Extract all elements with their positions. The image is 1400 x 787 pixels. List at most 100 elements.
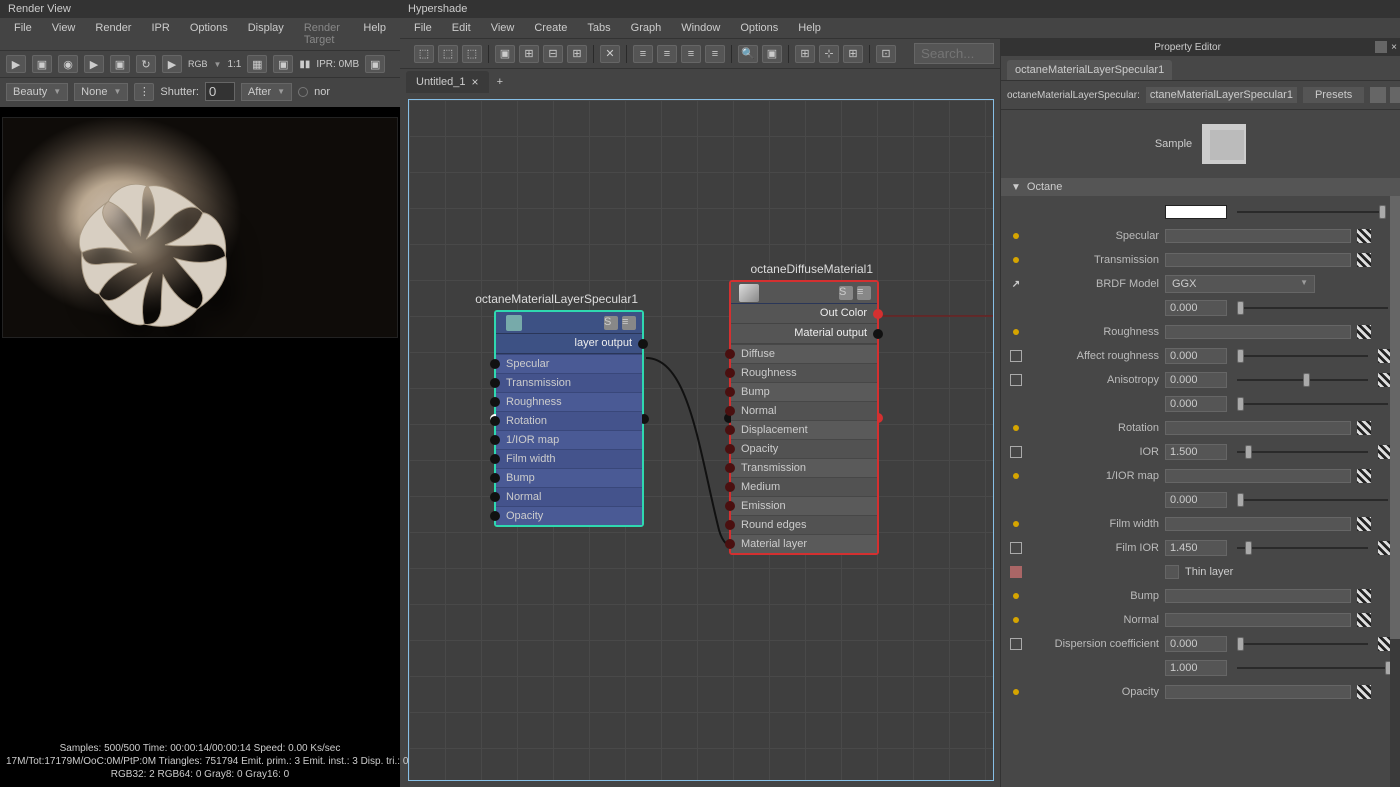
input-graph-icon[interactable]: ⬚ bbox=[414, 45, 434, 63]
rotation-texture-slot[interactable] bbox=[1165, 421, 1351, 435]
radio-icon[interactable] bbox=[298, 87, 308, 97]
node-input-row[interactable]: Rotation bbox=[496, 411, 642, 430]
plug-input-icon[interactable] bbox=[490, 359, 500, 369]
plug-input-icon[interactable] bbox=[490, 416, 500, 426]
node-input-row[interactable]: Roughness bbox=[496, 392, 642, 411]
node-input-row[interactable]: Opacity bbox=[731, 439, 877, 458]
collapse-triangle-icon[interactable]: ▼ bbox=[1011, 182, 1021, 193]
plug-layer-output-icon[interactable] bbox=[638, 339, 648, 349]
hs-menu-options[interactable]: Options bbox=[730, 20, 788, 36]
refresh-icon[interactable]: ↻ bbox=[136, 55, 156, 73]
film-width-slider[interactable] bbox=[1233, 493, 1392, 507]
node-input-row[interactable]: Specular bbox=[496, 354, 642, 373]
hs-menu-create[interactable]: Create bbox=[524, 20, 577, 36]
align-justify-icon[interactable]: ≡ bbox=[705, 45, 725, 63]
stop-icon[interactable]: ▣ bbox=[110, 55, 130, 73]
affect-roughness-slider[interactable] bbox=[1233, 349, 1372, 363]
opacity-input[interactable] bbox=[1165, 660, 1227, 676]
node-input-row[interactable]: Opacity bbox=[496, 506, 642, 525]
align-left-icon[interactable]: ≡ bbox=[633, 45, 653, 63]
node-input-row[interactable]: Displacement bbox=[731, 420, 877, 439]
keyable-dot-icon[interactable] bbox=[1013, 521, 1019, 527]
node-input-row[interactable]: Bump bbox=[496, 468, 642, 487]
pause-icon[interactable]: ▮▮ bbox=[299, 59, 310, 70]
map-button-icon[interactable] bbox=[1357, 589, 1371, 603]
thin-layer-checkbox[interactable] bbox=[1165, 565, 1179, 579]
search-icon[interactable]: 🔍 bbox=[738, 45, 758, 63]
brdf-select[interactable]: GGX▼ bbox=[1165, 275, 1315, 293]
list-icon[interactable]: ≡ bbox=[622, 316, 636, 330]
keyable-dot-icon[interactable] bbox=[1013, 425, 1019, 431]
film-width-texture-slot[interactable] bbox=[1165, 517, 1351, 531]
map-button-icon[interactable] bbox=[1357, 613, 1371, 627]
node-input-row[interactable]: Normal bbox=[496, 487, 642, 506]
node-input-row[interactable]: Roughness bbox=[731, 363, 877, 382]
keyable-dot-icon[interactable] bbox=[1013, 233, 1019, 239]
plug-input-icon[interactable] bbox=[490, 492, 500, 502]
presets-button[interactable]: Presets bbox=[1303, 87, 1364, 103]
menu-render-target[interactable]: Render Target bbox=[294, 20, 354, 48]
ratio-label[interactable]: 1:1 bbox=[227, 59, 241, 70]
close-panel-icon[interactable]: × bbox=[1391, 42, 1397, 53]
hs-menu-view[interactable]: View bbox=[481, 20, 525, 36]
transmission-texture-slot[interactable] bbox=[1165, 253, 1351, 267]
map-button-icon[interactable] bbox=[1357, 229, 1371, 243]
map-button-icon[interactable] bbox=[1357, 325, 1371, 339]
grid-h-icon[interactable]: ⊞ bbox=[795, 45, 815, 63]
menu-help[interactable]: Help bbox=[353, 20, 396, 48]
align-center-icon[interactable]: ≡ bbox=[657, 45, 677, 63]
specular-color-swatch[interactable] bbox=[1165, 205, 1227, 219]
layer-dropdown[interactable]: Beauty▼ bbox=[6, 83, 68, 101]
film-width-input[interactable] bbox=[1165, 492, 1227, 508]
ipr2-icon[interactable]: ▶ bbox=[162, 55, 182, 73]
region-icon[interactable]: ▣ bbox=[32, 55, 52, 73]
add-selected-icon[interactable]: ⊞ bbox=[567, 45, 587, 63]
hs-menu-edit[interactable]: Edit bbox=[442, 20, 481, 36]
restore-icon[interactable] bbox=[1375, 41, 1387, 53]
property-scrollbar[interactable] bbox=[1390, 196, 1400, 787]
menu-ipr[interactable]: IPR bbox=[141, 20, 179, 48]
shutter-input[interactable] bbox=[205, 82, 235, 101]
anisotropy-input[interactable] bbox=[1165, 372, 1227, 388]
node-input-row[interactable]: 1/IOR map bbox=[496, 430, 642, 449]
opacity-texture-slot[interactable] bbox=[1165, 685, 1351, 699]
node-specular[interactable]: octaneMaterialLayerSpecular1 S ≡ layer o… bbox=[494, 310, 644, 527]
plug-input-icon[interactable] bbox=[490, 473, 500, 483]
bump-texture-slot[interactable] bbox=[1165, 589, 1351, 603]
io-graph-icon[interactable]: ⬚ bbox=[438, 45, 458, 63]
node-name-input[interactable]: ctaneMaterialLayerSpecular1 bbox=[1146, 87, 1297, 103]
bookmark-icon[interactable]: ▣ bbox=[273, 55, 293, 73]
node-input-row[interactable]: Bump bbox=[731, 382, 877, 401]
keyable-dot-icon[interactable] bbox=[1013, 329, 1019, 335]
opacity-slider[interactable] bbox=[1233, 661, 1392, 675]
search-input[interactable] bbox=[914, 43, 994, 64]
keyable-dot-icon[interactable] bbox=[1013, 257, 1019, 263]
plug-input-icon[interactable] bbox=[725, 368, 735, 378]
snap-icon[interactable]: ⊹ bbox=[819, 45, 839, 63]
menu-options[interactable]: Options bbox=[180, 20, 238, 48]
hs-menu-tabs[interactable]: Tabs bbox=[577, 20, 620, 36]
plug-input-icon[interactable] bbox=[725, 425, 735, 435]
save-icon[interactable]: ▣ bbox=[365, 55, 385, 73]
copy-tab-icon[interactable] bbox=[1390, 87, 1400, 103]
ipr-icon[interactable]: ▶ bbox=[84, 55, 104, 73]
roughness-texture-slot[interactable] bbox=[1165, 325, 1351, 339]
plug-input-icon[interactable] bbox=[490, 397, 500, 407]
tab-untitled[interactable]: Untitled_1 × bbox=[406, 71, 489, 93]
hs-menu-graph[interactable]: Graph bbox=[621, 20, 672, 36]
film-ior-slider[interactable] bbox=[1233, 541, 1372, 555]
rearrange-icon[interactable]: ⊞ bbox=[519, 45, 539, 63]
plug-input-icon[interactable] bbox=[725, 349, 735, 359]
roughness-slider[interactable] bbox=[1233, 301, 1392, 315]
plug-input-icon[interactable] bbox=[490, 378, 500, 388]
plug-input-icon[interactable] bbox=[490, 454, 500, 464]
plug-material-output-icon[interactable] bbox=[873, 329, 883, 339]
map-button-icon[interactable] bbox=[1357, 685, 1371, 699]
plug-input-icon[interactable] bbox=[725, 501, 735, 511]
plug-input-icon[interactable] bbox=[725, 463, 735, 473]
map-button-icon[interactable] bbox=[1357, 253, 1371, 267]
add-tab-button[interactable]: + bbox=[489, 74, 511, 90]
dispersion-slider[interactable] bbox=[1233, 637, 1372, 651]
graph-material-icon[interactable]: ⊟ bbox=[543, 45, 563, 63]
rgb-chevron-icon[interactable]: ▼ bbox=[214, 60, 222, 69]
